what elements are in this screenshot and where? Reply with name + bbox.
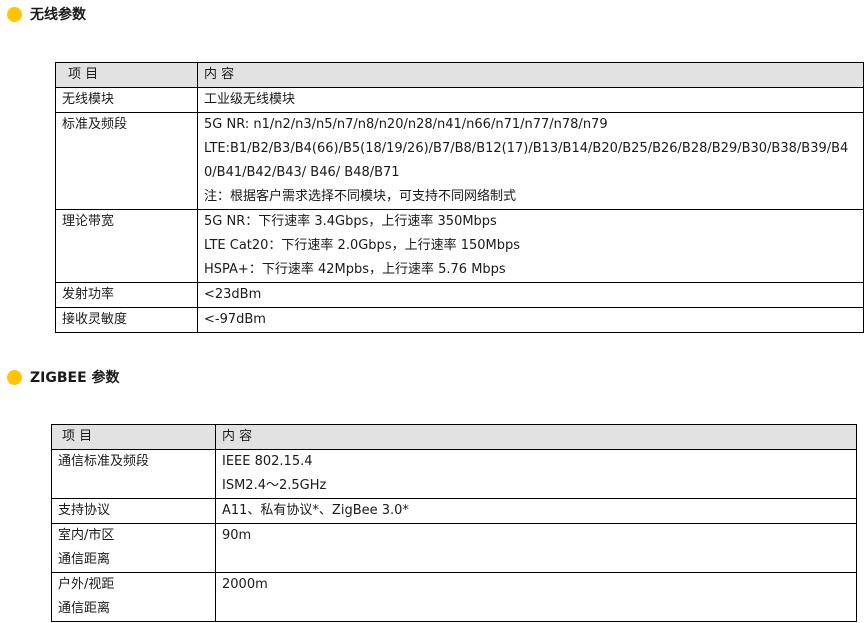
table-row: 户外/视距 通信距离 2000m [51, 572, 857, 622]
row-value: 5G NR: n1/n2/n3/n5/n7/n8/n20/n28/n41/n66… [197, 112, 864, 210]
table-header-row: 项 目 内 容 [55, 62, 864, 88]
row-label: 支持协议 [51, 498, 216, 524]
table-row: 支持协议 A11、私有协议*、ZigBee 3.0* [51, 498, 857, 524]
table-row: 理论带宽 5G NR：下行速率 3.4Gbps，上行速率 350Mbps LTE… [55, 209, 864, 283]
section-wireless-heading: 无线参数 [7, 4, 86, 24]
row-label: 户外/视距 通信距离 [51, 572, 216, 622]
row-label: 理论带宽 [55, 209, 198, 283]
header-content: 内 容 [215, 424, 857, 450]
row-value: 2000m [215, 572, 857, 622]
row-value: 90m [215, 523, 857, 573]
table-row: 无线模块 工业级无线模块 [55, 87, 864, 113]
header-item: 项 目 [51, 424, 216, 450]
row-value: IEEE 802.15.4 ISM2.4～2.5GHz [215, 449, 857, 499]
table-row: 通信标准及频段 IEEE 802.15.4 ISM2.4～2.5GHz [51, 449, 857, 499]
table-row: 室内/市区 通信距离 90m [51, 523, 857, 573]
row-value: <23dBm [197, 282, 864, 308]
zigbee-params-table: 项 目 内 容 通信标准及频段 IEEE 802.15.4 ISM2.4～2.5… [51, 424, 857, 622]
row-label: 无线模块 [55, 87, 198, 113]
section-title: ZIGBEE 参数 [30, 370, 120, 386]
row-label: 接收灵敏度 [55, 307, 198, 333]
yellow-bullet-icon [7, 6, 22, 22]
yellow-bullet-icon [7, 369, 22, 385]
row-label: 通信标准及频段 [51, 449, 216, 499]
section-zigbee-heading: ZIGBEE 参数 [7, 367, 120, 387]
row-label: 室内/市区 通信距离 [51, 523, 216, 573]
section-title: 无线参数 [30, 7, 86, 23]
row-value: 5G NR：下行速率 3.4Gbps，上行速率 350Mbps LTE Cat2… [197, 209, 864, 283]
row-value: 工业级无线模块 [197, 87, 864, 113]
header-item: 项 目 [55, 62, 198, 88]
table-header-row: 项 目 内 容 [51, 424, 857, 450]
wireless-params-table: 项 目 内 容 无线模块 工业级无线模块 标准及频段 5G NR: n1/n2/… [55, 62, 864, 333]
row-label: 发射功率 [55, 282, 198, 308]
row-value: <-97dBm [197, 307, 864, 333]
header-content: 内 容 [197, 62, 864, 88]
row-label: 标准及频段 [55, 112, 198, 210]
table-row: 接收灵敏度 <-97dBm [55, 307, 864, 333]
table-row: 标准及频段 5G NR: n1/n2/n3/n5/n7/n8/n20/n28/n… [55, 112, 864, 210]
table-row: 发射功率 <23dBm [55, 282, 864, 308]
row-value: A11、私有协议*、ZigBee 3.0* [215, 498, 857, 524]
